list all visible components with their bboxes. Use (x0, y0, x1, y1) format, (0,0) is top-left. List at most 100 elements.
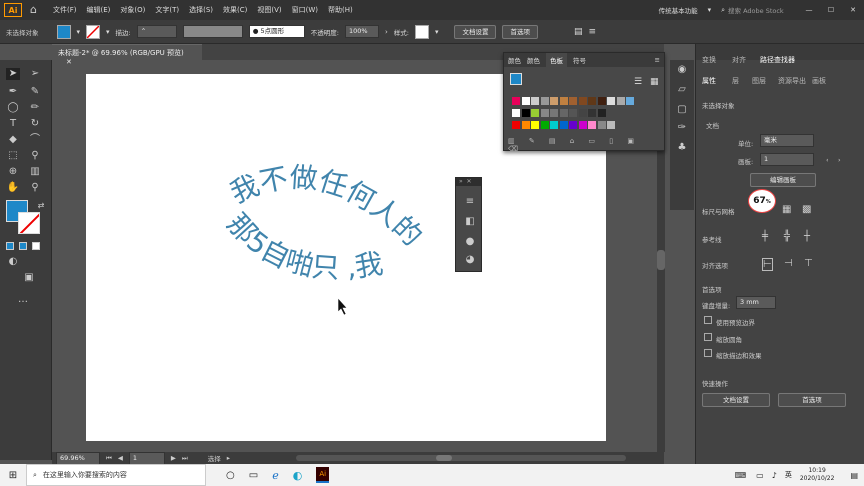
color-swatch[interactable] (578, 121, 587, 129)
transparency-grid-icon[interactable]: ▩ (802, 204, 811, 215)
color-swatch[interactable] (531, 121, 539, 129)
menu-window[interactable]: 窗口(W) (292, 5, 318, 15)
minimize-button[interactable]: — (798, 6, 820, 14)
tab-pathfinder[interactable]: 路径查找器 (760, 55, 795, 65)
rotate-tool-icon[interactable]: ↻ (28, 118, 42, 130)
tab-layers[interactable]: 图层 (752, 76, 766, 86)
maximize-button[interactable]: ☐ (820, 6, 842, 14)
color-swatch[interactable] (521, 121, 530, 129)
appearance-icon[interactable]: ● (463, 236, 477, 248)
transparency-icon[interactable]: ◕ (463, 254, 477, 266)
color-swatch[interactable] (512, 121, 520, 129)
color-swatch[interactable] (540, 97, 549, 105)
first-page-icon[interactable]: ⏮ (106, 454, 112, 463)
opacity-chevron-icon[interactable]: › (385, 28, 388, 36)
horizontal-scrollbar[interactable] (295, 455, 626, 461)
tab-symbols[interactable]: 符号 (573, 55, 586, 65)
color-swatch[interactable] (531, 109, 539, 117)
tab-align[interactable]: 对齐 (732, 55, 746, 65)
pen-tool-icon[interactable]: ✒ (6, 86, 20, 98)
ellipse-tool-icon[interactable]: ◯ (6, 102, 20, 114)
color-swatch[interactable] (559, 121, 568, 129)
quick-preferences-button[interactable]: 首选项 (778, 393, 846, 407)
menu-view[interactable]: 视图(V) (257, 5, 281, 15)
brushes-panel-icon[interactable]: ✑ (675, 122, 689, 134)
tab-transform[interactable]: 变换 (702, 55, 716, 65)
list-view-icon[interactable]: ☰ (634, 77, 642, 87)
smart-guides-icon[interactable]: ┼ (804, 231, 810, 242)
style-dropdown-icon[interactable]: ▾ (435, 28, 439, 36)
color-swatch[interactable] (588, 121, 596, 129)
quick-doc-setup-button[interactable]: 文档设置 (702, 393, 770, 407)
color-swatch[interactable] (559, 97, 568, 105)
start-button[interactable]: ⊞ (0, 464, 26, 486)
show-guides-icon[interactable]: ╪ (762, 231, 768, 242)
zoom-tool-icon[interactable]: ⚲ (28, 182, 42, 194)
prev-page-icon[interactable]: ◀ (118, 454, 123, 462)
zoom-level-field[interactable]: 69.96% (56, 451, 100, 465)
curvature-tool-icon[interactable]: ✎ (28, 86, 42, 98)
horizontal-scroll-thumb[interactable] (435, 455, 452, 461)
workspace-switcher[interactable]: 传统基本功能 (659, 5, 698, 15)
color-swatch[interactable] (597, 109, 606, 117)
variable-width-dropdown[interactable] (182, 25, 243, 38)
color-swatch[interactable] (531, 97, 539, 105)
edge-browser-icon[interactable]: ℯ (272, 469, 279, 482)
edit-artboard-button[interactable]: 编辑画板 (750, 173, 816, 187)
workspace-chevron-icon[interactable]: ▾ (708, 6, 712, 14)
screen-mode-icon[interactable]: ▣ (22, 272, 36, 284)
next-artboard-icon[interactable]: › (838, 156, 841, 164)
align-icon[interactable]: ≡ (463, 196, 477, 208)
scale-corners-checkbox[interactable] (704, 333, 712, 341)
vertical-scroll-thumb[interactable] (657, 250, 665, 270)
taskbar-clock[interactable]: 10:19 2020/10/22 (800, 467, 835, 483)
type-tool-icon[interactable]: T (6, 118, 20, 130)
tab-color[interactable]: 颜色 (508, 55, 521, 65)
tab-artboards[interactable]: 画板 (812, 76, 826, 86)
fill-dropdown-icon[interactable]: ▾ (77, 28, 81, 36)
appearance-panel-icon[interactable]: ◉ (675, 64, 689, 76)
color-swatch[interactable] (569, 121, 577, 129)
menu-effect[interactable]: 效果(C) (223, 5, 247, 15)
lasso-tool-icon[interactable]: ⌒ (28, 134, 42, 146)
color-swatch[interactable] (607, 121, 615, 129)
volume-tray-icon[interactable]: ♪ (772, 471, 777, 480)
stroke-swatch[interactable] (86, 24, 101, 39)
color-swatch[interactable] (626, 97, 634, 105)
color-swatch[interactable] (550, 109, 558, 117)
keyboard-increment-field[interactable]: 3 mm (736, 296, 776, 309)
panel-menu-icon[interactable]: ≡ (655, 56, 660, 64)
units-dropdown[interactable]: 毫米 (760, 134, 814, 147)
color-swatch[interactable] (588, 97, 596, 105)
artwork-line-2[interactable]: 那5自啪只 ,我 (220, 207, 385, 285)
opacity-field[interactable]: 100% (344, 25, 379, 38)
color-swatch[interactable] (597, 121, 606, 129)
color-swatch[interactable] (512, 97, 520, 105)
style-swatch[interactable] (414, 24, 429, 39)
eraser-tool-icon[interactable]: ◆ (6, 134, 20, 146)
snap-to-pixel-icon[interactable]: ⊤ (804, 258, 813, 269)
color-mode-icon[interactable] (6, 242, 14, 250)
swap-colors-icon[interactable]: ⇄ (34, 200, 48, 212)
color-swatch[interactable] (540, 121, 549, 129)
illustrator-taskbar-icon[interactable]: Ai (316, 467, 330, 483)
next-page-icon[interactable]: ▶ (171, 454, 176, 462)
tab-properties[interactable]: 属性 (702, 76, 716, 86)
lock-guides-icon[interactable]: ╬ (784, 231, 790, 242)
menu-object[interactable]: 对象(O) (120, 5, 145, 15)
gradient-mode-icon[interactable] (19, 242, 27, 250)
color-swatch[interactable] (559, 109, 568, 117)
color-swatch[interactable] (550, 121, 558, 129)
notifications-icon[interactable]: ▤ (850, 471, 858, 480)
color-swatch[interactable] (578, 97, 587, 105)
free-transform-tool-icon[interactable]: ⬚ (6, 150, 20, 162)
color-swatch[interactable] (521, 109, 530, 117)
close-button[interactable]: ✕ (842, 6, 864, 14)
floating-panel-header[interactable]: » ✕ (456, 178, 481, 186)
paintbrush-tool-icon[interactable]: ✏ (28, 102, 42, 114)
last-page-icon[interactable]: ⏭ (182, 454, 188, 463)
symbols-panel-icon[interactable]: ♣ (675, 142, 689, 154)
doc-setup-button[interactable]: 文档设置 (454, 24, 497, 39)
stroke-weight-field[interactable]: ⌃ (136, 25, 177, 38)
hand-tool-icon[interactable]: ✋ (6, 182, 20, 194)
